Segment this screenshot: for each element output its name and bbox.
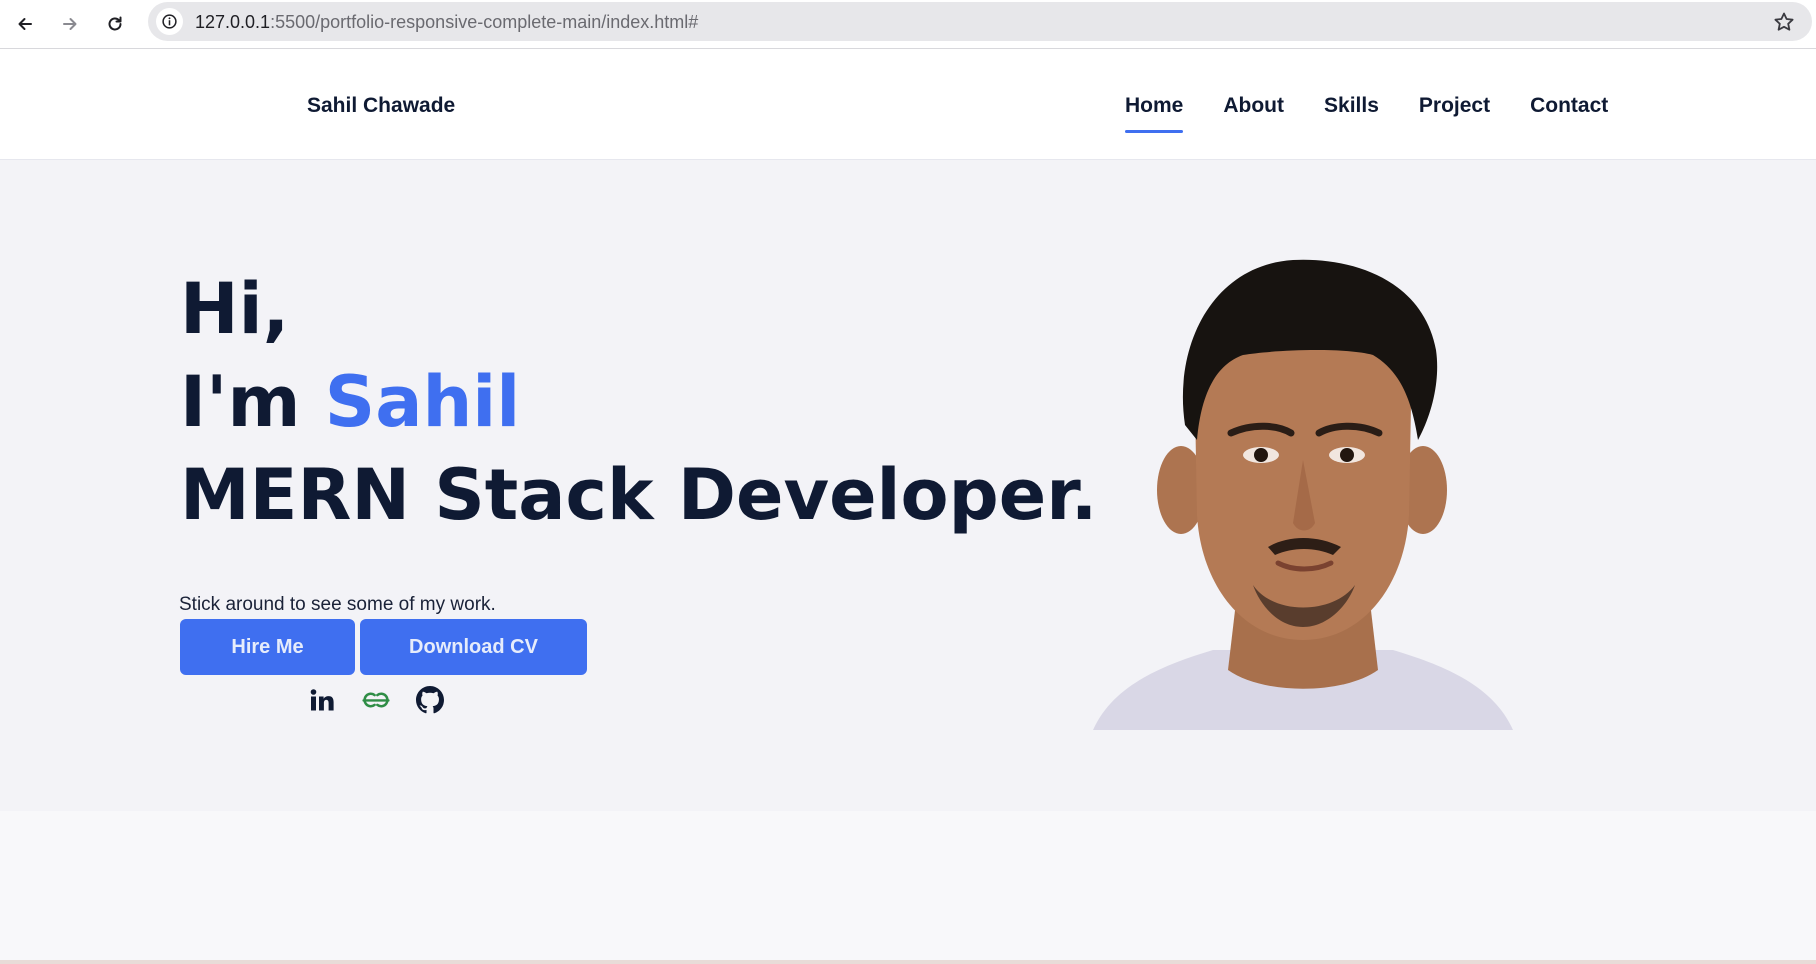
url-host: 127.0.0.1: [195, 12, 271, 32]
info-icon: [162, 14, 177, 29]
hero-heading: Hi, I'm Sahil MERN Stack Developer.: [180, 263, 1097, 542]
linkedin-icon: [310, 689, 334, 711]
next-section: [0, 811, 1816, 961]
hero-tagline: Stick around to see some of my work.: [179, 594, 496, 615]
back-button[interactable]: [8, 7, 42, 41]
reload-icon: [108, 16, 122, 31]
nav-contact[interactable]: Contact: [1530, 94, 1608, 118]
nav-project[interactable]: Project: [1419, 94, 1490, 118]
linkedin-link[interactable]: [306, 684, 338, 716]
github-link[interactable]: [414, 684, 446, 716]
nav-skills[interactable]: Skills: [1324, 94, 1379, 118]
github-icon: [416, 686, 444, 714]
site-info-button[interactable]: [156, 8, 183, 35]
arrow-left-icon: [18, 18, 32, 30]
social-links: [306, 684, 446, 716]
nav-about[interactable]: About: [1223, 94, 1284, 118]
main-nav: Home About Skills Project Contact: [1125, 94, 1608, 133]
forward-button[interactable]: [53, 7, 87, 41]
intro-line: I'm Sahil: [180, 356, 1097, 449]
greeting-line: Hi,: [180, 268, 290, 350]
url-text[interactable]: 127.0.0.1:5500/portfolio-responsive-comp…: [195, 12, 698, 32]
intro-prefix: I'm: [180, 361, 325, 443]
hero-section: Hi, I'm Sahil MERN Stack Developer. Stic…: [0, 160, 1816, 811]
star-icon[interactable]: [1772, 10, 1796, 34]
hero-name: Sahil: [324, 361, 521, 443]
download-cv-button[interactable]: Download CV: [360, 619, 587, 675]
geeksforgeeks-link[interactable]: [360, 684, 392, 716]
geeksforgeeks-icon: [362, 692, 390, 708]
browser-toolbar: 127.0.0.1:5500/portfolio-responsive-comp…: [0, 0, 1816, 49]
arrow-right-icon: [63, 18, 77, 30]
reload-button[interactable]: [98, 7, 132, 41]
brand-name[interactable]: Sahil Chawade: [307, 94, 455, 118]
site-header: Sahil Chawade Home About Skills Project …: [0, 49, 1816, 160]
profile-photo: [1093, 259, 1513, 730]
role-line: MERN Stack Developer.: [180, 454, 1098, 536]
hire-me-button[interactable]: Hire Me: [180, 619, 355, 675]
nav-home[interactable]: Home: [1125, 94, 1184, 133]
page-bottom-border: [0, 960, 1816, 964]
address-bar[interactable]: 127.0.0.1:5500/portfolio-responsive-comp…: [148, 2, 1812, 41]
url-path: :5500/portfolio-responsive-complete-main…: [270, 12, 699, 32]
